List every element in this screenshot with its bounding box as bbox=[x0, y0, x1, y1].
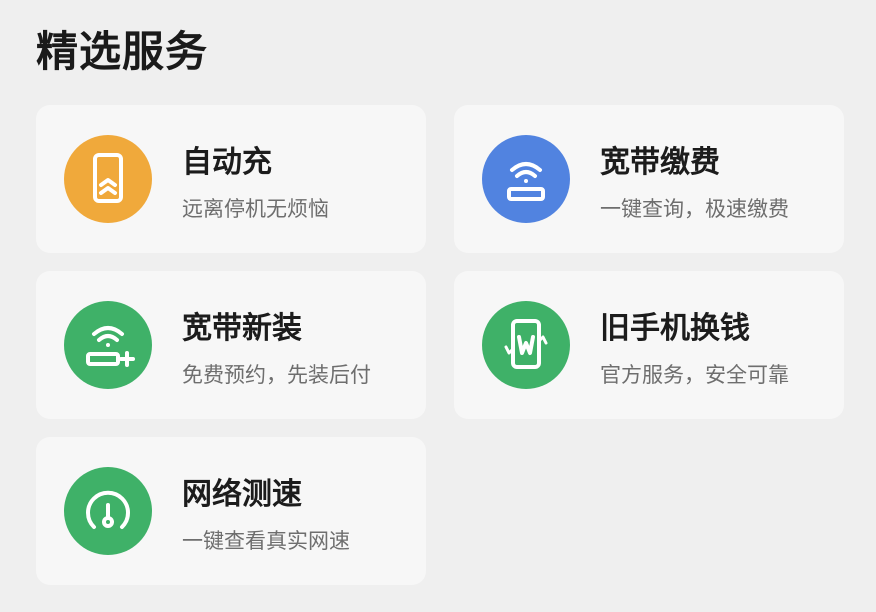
service-card-phone-trade-in[interactable]: 旧手机换钱 官方服务，安全可靠 bbox=[454, 271, 844, 419]
service-card-broadband-install[interactable]: 宽带新装 免费预约，先装后付 bbox=[36, 271, 426, 419]
section-title: 精选服务 bbox=[36, 27, 209, 76]
card-subtitle: 一键查看真实网速 bbox=[182, 529, 350, 553]
card-title: 宽带新装 bbox=[182, 311, 302, 346]
card-title: 网络测速 bbox=[182, 477, 302, 512]
speedometer-icon bbox=[64, 467, 152, 555]
wifi-add-icon bbox=[64, 301, 152, 389]
card-subtitle: 免费预约，先装后付 bbox=[182, 363, 371, 387]
service-card-auto-recharge[interactable]: 自动充 远离停机无烦恼 bbox=[36, 105, 426, 253]
card-title: 自动充 bbox=[182, 145, 272, 180]
wifi-router-icon bbox=[482, 135, 570, 223]
phone-trade-in-icon bbox=[482, 301, 570, 389]
card-subtitle: 远离停机无烦恼 bbox=[182, 197, 329, 221]
service-card-broadband-payment[interactable]: 宽带缴费 一键查询，极速缴费 bbox=[454, 105, 844, 253]
card-subtitle: 一键查询，极速缴费 bbox=[600, 197, 789, 221]
service-card-speed-test[interactable]: 网络测速 一键查看真实网速 bbox=[36, 437, 426, 585]
phone-recharge-icon bbox=[64, 135, 152, 223]
card-subtitle: 官方服务，安全可靠 bbox=[600, 363, 789, 387]
card-title: 宽带缴费 bbox=[600, 145, 720, 180]
card-title: 旧手机换钱 bbox=[600, 311, 750, 346]
